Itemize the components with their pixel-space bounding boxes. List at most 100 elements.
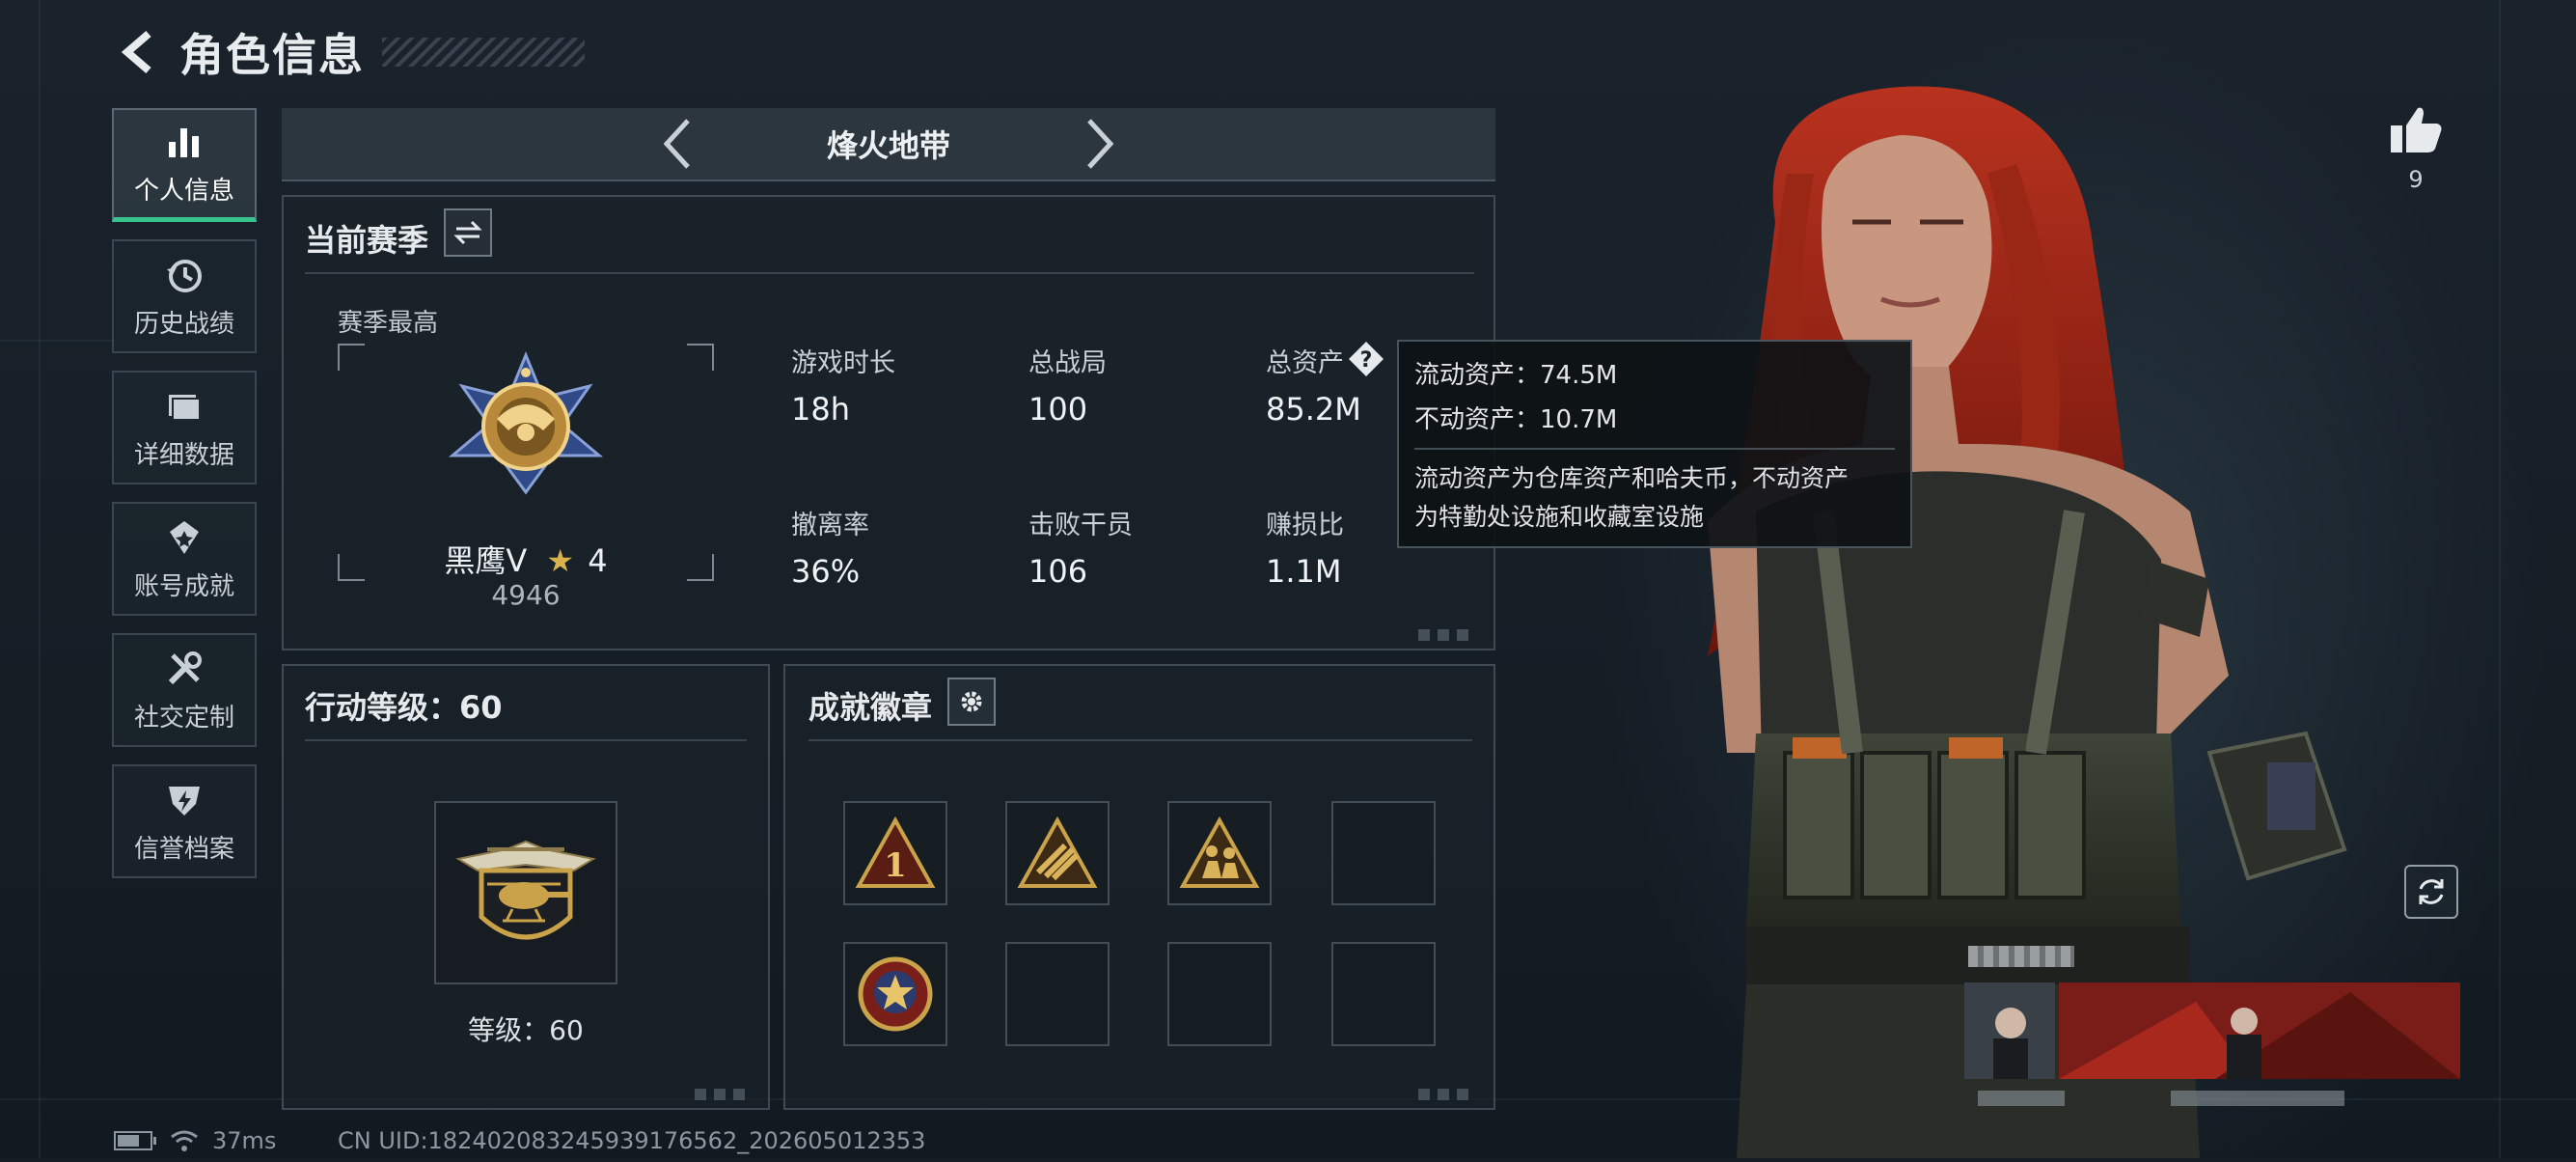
helicopter-emblem-icon bbox=[455, 840, 596, 940]
thumbs-up-icon bbox=[2391, 107, 2442, 152]
stat-value: 36% bbox=[791, 553, 861, 590]
page-title: 角色信息 bbox=[179, 29, 365, 81]
shield-icon bbox=[163, 779, 206, 821]
back-button[interactable] bbox=[114, 26, 166, 78]
nav-label: 历史战绩 bbox=[133, 309, 234, 339]
nav-label: 个人信息 bbox=[133, 177, 234, 206]
prev-mode-button[interactable] bbox=[647, 115, 705, 173]
mode-selector: 烽火地带 bbox=[282, 108, 1495, 181]
stat-value: 85.2M bbox=[1266, 391, 1361, 428]
nav-item-history[interactable]: 历史战绩 bbox=[112, 239, 257, 353]
rank-name: 黑鹰V bbox=[444, 542, 528, 579]
rotate-view-button[interactable] bbox=[2404, 865, 2458, 919]
stat-label: 总战局 bbox=[1028, 348, 1107, 378]
stat-label: 赚损比 bbox=[1266, 511, 1344, 540]
tooltip-liquid-assets: 流动资产：74.5M bbox=[1414, 361, 1618, 390]
triangle-squad-badge-icon bbox=[1179, 816, 1260, 888]
triangle-rocket-badge-icon bbox=[1017, 816, 1098, 888]
badge-slot-empty[interactable] bbox=[1005, 942, 1110, 1046]
swap-icon bbox=[453, 220, 482, 245]
side-nav: 个人信息 历史战绩 详细数据 账号成就 社交定制 信誉档案 bbox=[112, 108, 260, 896]
bar-chart-icon bbox=[163, 121, 206, 163]
tooltip-divider bbox=[1414, 448, 1895, 450]
assets-tooltip: 流动资产：74.5M 不动资产：10.7M 流动资产为仓库资产和哈夫币，不动资产… bbox=[1397, 340, 1912, 548]
panel-corner-decoration bbox=[1418, 629, 1476, 641]
wifi-icon bbox=[171, 1130, 198, 1151]
like-button[interactable]: 9 bbox=[2377, 104, 2454, 193]
rank-stars: 4 bbox=[588, 542, 608, 579]
history-icon bbox=[163, 254, 206, 296]
chevron-right-icon bbox=[1087, 119, 1114, 169]
blurred-card-caption bbox=[1978, 1091, 2065, 1106]
nav-item-achievements[interactable]: 账号成就 bbox=[112, 502, 257, 616]
svg-text:?: ? bbox=[1360, 348, 1373, 373]
nav-label: 详细数据 bbox=[133, 440, 234, 470]
stat-label: 撤离率 bbox=[791, 511, 869, 540]
tooltip-description-line-1: 流动资产为仓库资产和哈夫币，不动资产 bbox=[1414, 464, 1850, 492]
stat-label: 击败干员 bbox=[1028, 511, 1133, 540]
badge-slot-first-place[interactable]: 1 bbox=[843, 801, 947, 905]
tooltip-fixed-assets: 不动资产：10.7M bbox=[1414, 405, 1618, 434]
season-best-label: 赛季最高 bbox=[338, 309, 439, 338]
badge-slot-empty[interactable] bbox=[1167, 942, 1272, 1046]
title-decoration bbox=[382, 38, 585, 67]
stat-operators-defeated: 击败干员 106 bbox=[1028, 504, 1133, 590]
mode-name: 烽火地带 bbox=[826, 127, 950, 164]
panel-corner-decoration bbox=[695, 1089, 753, 1100]
level-emblem bbox=[434, 801, 617, 984]
stat-play-time: 游戏时长 18h bbox=[791, 342, 895, 428]
panel-corner-decoration bbox=[1418, 1089, 1476, 1100]
nav-item-reputation[interactable]: 信誉档案 bbox=[112, 764, 257, 878]
nav-label: 社交定制 bbox=[133, 703, 234, 733]
gear-icon bbox=[961, 691, 982, 712]
nav-item-profile[interactable]: 个人信息 bbox=[112, 108, 257, 222]
rank-score: 4946 bbox=[491, 579, 561, 611]
badge-slot-empty[interactable] bbox=[1331, 942, 1436, 1046]
blurred-player-name bbox=[1968, 946, 2074, 967]
like-count: 9 bbox=[2408, 166, 2424, 193]
badge-slot-rockets[interactable] bbox=[1005, 801, 1110, 905]
blurred-card-caption bbox=[2171, 1091, 2344, 1106]
badge-slot-star-medal[interactable] bbox=[843, 942, 947, 1046]
rank-name-row: 黑鹰V ★ 4 bbox=[338, 537, 714, 581]
badges-title: 成就徽章 bbox=[808, 689, 933, 726]
chevron-left-icon bbox=[663, 119, 690, 169]
star-icon: ★ bbox=[546, 542, 575, 579]
level-text: 等级：60 bbox=[468, 1014, 584, 1046]
badge-slot-empty[interactable] bbox=[1331, 801, 1436, 905]
season-title: 当前赛季 bbox=[305, 222, 429, 259]
svg-text:1: 1 bbox=[884, 846, 907, 885]
header: 角色信息 bbox=[114, 23, 585, 81]
stat-value: 1.1M bbox=[1266, 553, 1342, 590]
panel-divider bbox=[808, 739, 1472, 741]
switch-season-button[interactable] bbox=[444, 208, 492, 257]
triangle-number-one-badge-icon: 1 bbox=[855, 816, 936, 888]
rank-emblem-icon bbox=[448, 351, 604, 495]
achievement-icon bbox=[163, 516, 206, 559]
stat-value: 106 bbox=[1028, 553, 1088, 590]
nav-label: 账号成就 bbox=[133, 571, 234, 601]
folder-icon bbox=[163, 385, 206, 428]
level-title: 行动等级：60 bbox=[305, 689, 503, 726]
stat-total-matches: 总战局 100 bbox=[1028, 342, 1107, 428]
panel-divider bbox=[305, 739, 747, 741]
tools-icon bbox=[163, 648, 206, 690]
badge-settings-button[interactable] bbox=[947, 678, 996, 726]
star-medal-badge-icon bbox=[858, 956, 933, 1032]
ping-value: 37ms bbox=[212, 1127, 277, 1154]
stat-value: 18h bbox=[791, 391, 850, 428]
user-uid: CN UID:18240208324593917656​2_2026050123… bbox=[338, 1127, 926, 1154]
stat-extract-rate: 撤离率 36% bbox=[791, 504, 869, 590]
panel-divider bbox=[305, 272, 1474, 274]
nav-item-details[interactable]: 详细数据 bbox=[112, 371, 257, 484]
stat-label: 游戏时长 bbox=[791, 348, 895, 378]
badge-slot-squad[interactable] bbox=[1167, 801, 1272, 905]
nav-item-social[interactable]: 社交定制 bbox=[112, 633, 257, 747]
refresh-icon bbox=[2419, 879, 2444, 904]
name-card-strip[interactable] bbox=[1964, 982, 2460, 1079]
next-mode-button[interactable] bbox=[1072, 115, 1130, 173]
help-icon[interactable]: ? bbox=[1347, 340, 1385, 378]
stat-value: 100 bbox=[1028, 391, 1088, 428]
tooltip-description-line-2: 为特勤处设施和收藏室设施 bbox=[1414, 503, 1705, 531]
stat-profit-loss: 赚损比 1.1M bbox=[1266, 504, 1344, 590]
